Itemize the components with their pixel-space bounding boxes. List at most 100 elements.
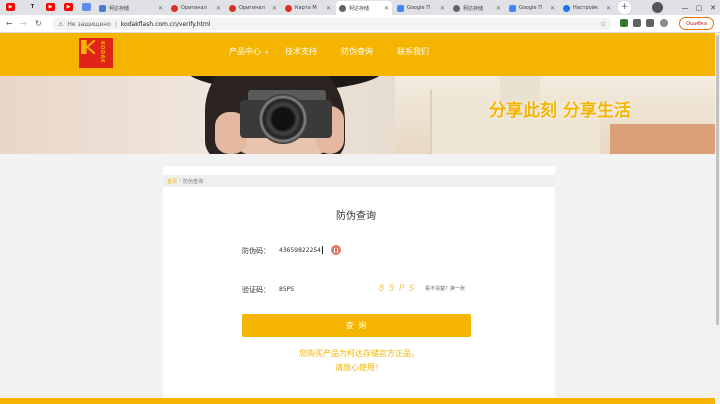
extension-icon[interactable] bbox=[620, 19, 628, 27]
hero-banner: 分享此刻 分享生活 bbox=[0, 76, 715, 154]
verify-code-input[interactable]: 85PS bbox=[276, 282, 366, 296]
reload-icon[interactable]: ↻ bbox=[35, 19, 42, 29]
scrollbar-thumb[interactable] bbox=[716, 35, 719, 325]
tab-title: Карта М bbox=[295, 5, 317, 11]
nav-support[interactable]: 技术支持 bbox=[285, 46, 317, 57]
extensions-puzzle-icon[interactable] bbox=[633, 19, 641, 27]
submit-button[interactable]: 查 询 bbox=[242, 314, 471, 337]
tab-title: Google П bbox=[407, 5, 430, 11]
tab-close-icon[interactable]: ✕ bbox=[606, 5, 611, 12]
youtube-pinned-tab-icon[interactable]: ▶ bbox=[6, 3, 15, 11]
banner-roof bbox=[610, 124, 715, 154]
breadcrumb-current: 防伪查询 bbox=[183, 178, 204, 185]
nav-verify[interactable]: 防伪查询 bbox=[341, 46, 373, 57]
breadcrumb: 首页 › 防伪查询 bbox=[163, 175, 555, 187]
tab-close-icon[interactable]: ✕ bbox=[158, 5, 163, 12]
refresh-captcha-link[interactable]: 看不清楚？换一张 bbox=[425, 285, 465, 292]
browser-tab[interactable]: 柯达存储 ✕ bbox=[450, 1, 504, 15]
banner-slogan: 分享此刻 分享生活 bbox=[489, 101, 631, 121]
not-secure-label[interactable]: Не защищено bbox=[67, 21, 110, 28]
text-cursor bbox=[322, 246, 323, 254]
tab-favicon-icon bbox=[509, 4, 516, 12]
browser-tab[interactable]: Настройк ✕ bbox=[560, 1, 614, 15]
banner-camera-lens bbox=[258, 94, 308, 144]
logo-text: KODAK bbox=[99, 41, 105, 64]
browser-tab[interactable]: Оригинал ✕ bbox=[168, 1, 224, 15]
browser-tab[interactable]: Google П ✕ bbox=[394, 1, 448, 15]
tab-title: Оригинал bbox=[239, 5, 265, 11]
page-title: 防伪查询 bbox=[336, 211, 376, 222]
browser-error-button[interactable]: Ошибка bbox=[679, 17, 714, 30]
captcha-char: 5 bbox=[388, 284, 396, 294]
tab-close-icon[interactable]: ✕ bbox=[272, 5, 277, 12]
tab-title: 柯达存储 bbox=[109, 5, 130, 12]
pinned-tab-icon[interactable] bbox=[82, 3, 91, 11]
nav-products[interactable]: 产品中心 ▾ bbox=[229, 46, 268, 57]
captcha-char: P bbox=[398, 284, 406, 294]
tab-title: 柯达存储 bbox=[463, 5, 484, 12]
profile-avatar-icon[interactable] bbox=[652, 2, 663, 13]
new-tab-plus-icon[interactable]: + bbox=[618, 1, 631, 14]
site-header: KODAK 产品中心 ▾ 技术支持 防伪查询 联系我们 bbox=[0, 33, 715, 76]
tab-favicon-icon bbox=[99, 4, 106, 12]
browser-tab[interactable]: 柯达存储 ✕ bbox=[96, 1, 166, 15]
t-pinned-tab-icon[interactable]: T bbox=[28, 3, 37, 11]
tab-favicon-icon bbox=[171, 4, 178, 12]
tab-favicon-icon bbox=[285, 4, 292, 12]
tab-close-icon[interactable]: ✕ bbox=[440, 5, 445, 12]
settings-gear-icon bbox=[563, 4, 570, 12]
not-secure-warning-icon[interactable]: ⚠ bbox=[58, 21, 63, 28]
tab-favicon-icon bbox=[229, 4, 236, 12]
tab-favicon-icon bbox=[397, 4, 404, 12]
verify-code-label: 验证码： bbox=[242, 286, 270, 294]
browser-tab-active[interactable]: 柯达存储 ✕ bbox=[336, 1, 392, 15]
tab-title: 柯达存储 bbox=[349, 5, 370, 12]
profile-icon[interactable] bbox=[660, 19, 668, 27]
captcha-char: S bbox=[408, 284, 416, 294]
browser-tab-strip: ▶ T ▶ ▶ 柯达存储 ✕ Оригинал ✕ Оригинал ✕ Кар… bbox=[0, 0, 720, 15]
url-text[interactable]: kodakflash.com.cn/verify.html bbox=[121, 21, 211, 28]
tab-close-icon[interactable]: ✕ bbox=[216, 5, 221, 12]
tab-favicon-icon bbox=[339, 4, 346, 12]
browser-error-label: Ошибка bbox=[686, 20, 707, 27]
result-notice-line2: 请放心使用！ bbox=[335, 363, 383, 372]
kodak-logo[interactable]: KODAK bbox=[78, 37, 114, 69]
bookmark-star-icon[interactable]: ☆ bbox=[600, 19, 606, 29]
captcha-image[interactable]: 8 5 P S bbox=[377, 281, 417, 297]
separator: | bbox=[114, 20, 117, 28]
address-bar[interactable]: ⚠ Не защищено | kodakflash.com.cn/verify… bbox=[52, 18, 612, 30]
dropdown-caret-icon: ▾ bbox=[265, 50, 269, 56]
browser-tab[interactable]: Карта М ✕ bbox=[282, 1, 334, 15]
minimize-icon[interactable]: — bbox=[678, 0, 692, 15]
verify-input-value: 85PS bbox=[279, 285, 295, 293]
browser-toolbar: ← → ↻ ⚠ Не защищено | kodakflash.com.cn/… bbox=[0, 15, 720, 33]
maximize-icon[interactable]: ▢ bbox=[692, 0, 706, 15]
back-arrow-icon[interactable]: ← bbox=[6, 19, 13, 29]
reading-list-icon[interactable] bbox=[646, 19, 654, 27]
nav-products-label: 产品中心 bbox=[229, 47, 261, 56]
footer-strip bbox=[0, 398, 715, 404]
result-notice-line1: 您购买产品为柯达存储官方正品， bbox=[299, 349, 419, 358]
nav-contact[interactable]: 联系我们 bbox=[397, 46, 429, 57]
window-controls: — ▢ ✕ bbox=[678, 0, 720, 15]
tab-title: Google П bbox=[519, 5, 542, 11]
breadcrumb-separator: › bbox=[179, 178, 182, 184]
youtube-pinned-tab-icon-3[interactable]: ▶ bbox=[64, 3, 73, 11]
tab-close-icon[interactable]: ✕ bbox=[496, 5, 501, 12]
tab-close-icon[interactable]: ✕ bbox=[384, 5, 389, 12]
kodak-k-icon bbox=[81, 40, 95, 54]
tab-favicon-icon bbox=[453, 4, 460, 12]
tab-close-icon[interactable]: ✕ bbox=[326, 5, 331, 12]
browser-tab[interactable]: Google П ✕ bbox=[506, 1, 558, 15]
browser-tab[interactable]: Оригинал ✕ bbox=[226, 1, 280, 15]
close-window-icon[interactable]: ✕ bbox=[706, 0, 720, 15]
submit-button-label: 查 询 bbox=[345, 321, 368, 330]
pause-icon[interactable] bbox=[331, 245, 341, 255]
forward-arrow-icon[interactable]: → bbox=[20, 19, 27, 29]
youtube-pinned-tab-icon-2[interactable]: ▶ bbox=[46, 3, 55, 11]
anti-counterfeit-code-input[interactable]: 43659822254 bbox=[276, 243, 356, 257]
code-input-value: 43659822254 bbox=[279, 246, 321, 254]
tab-close-icon[interactable]: ✕ bbox=[550, 5, 555, 12]
breadcrumb-home[interactable]: 首页 bbox=[167, 178, 177, 185]
page-scrollbar[interactable] bbox=[715, 33, 720, 404]
